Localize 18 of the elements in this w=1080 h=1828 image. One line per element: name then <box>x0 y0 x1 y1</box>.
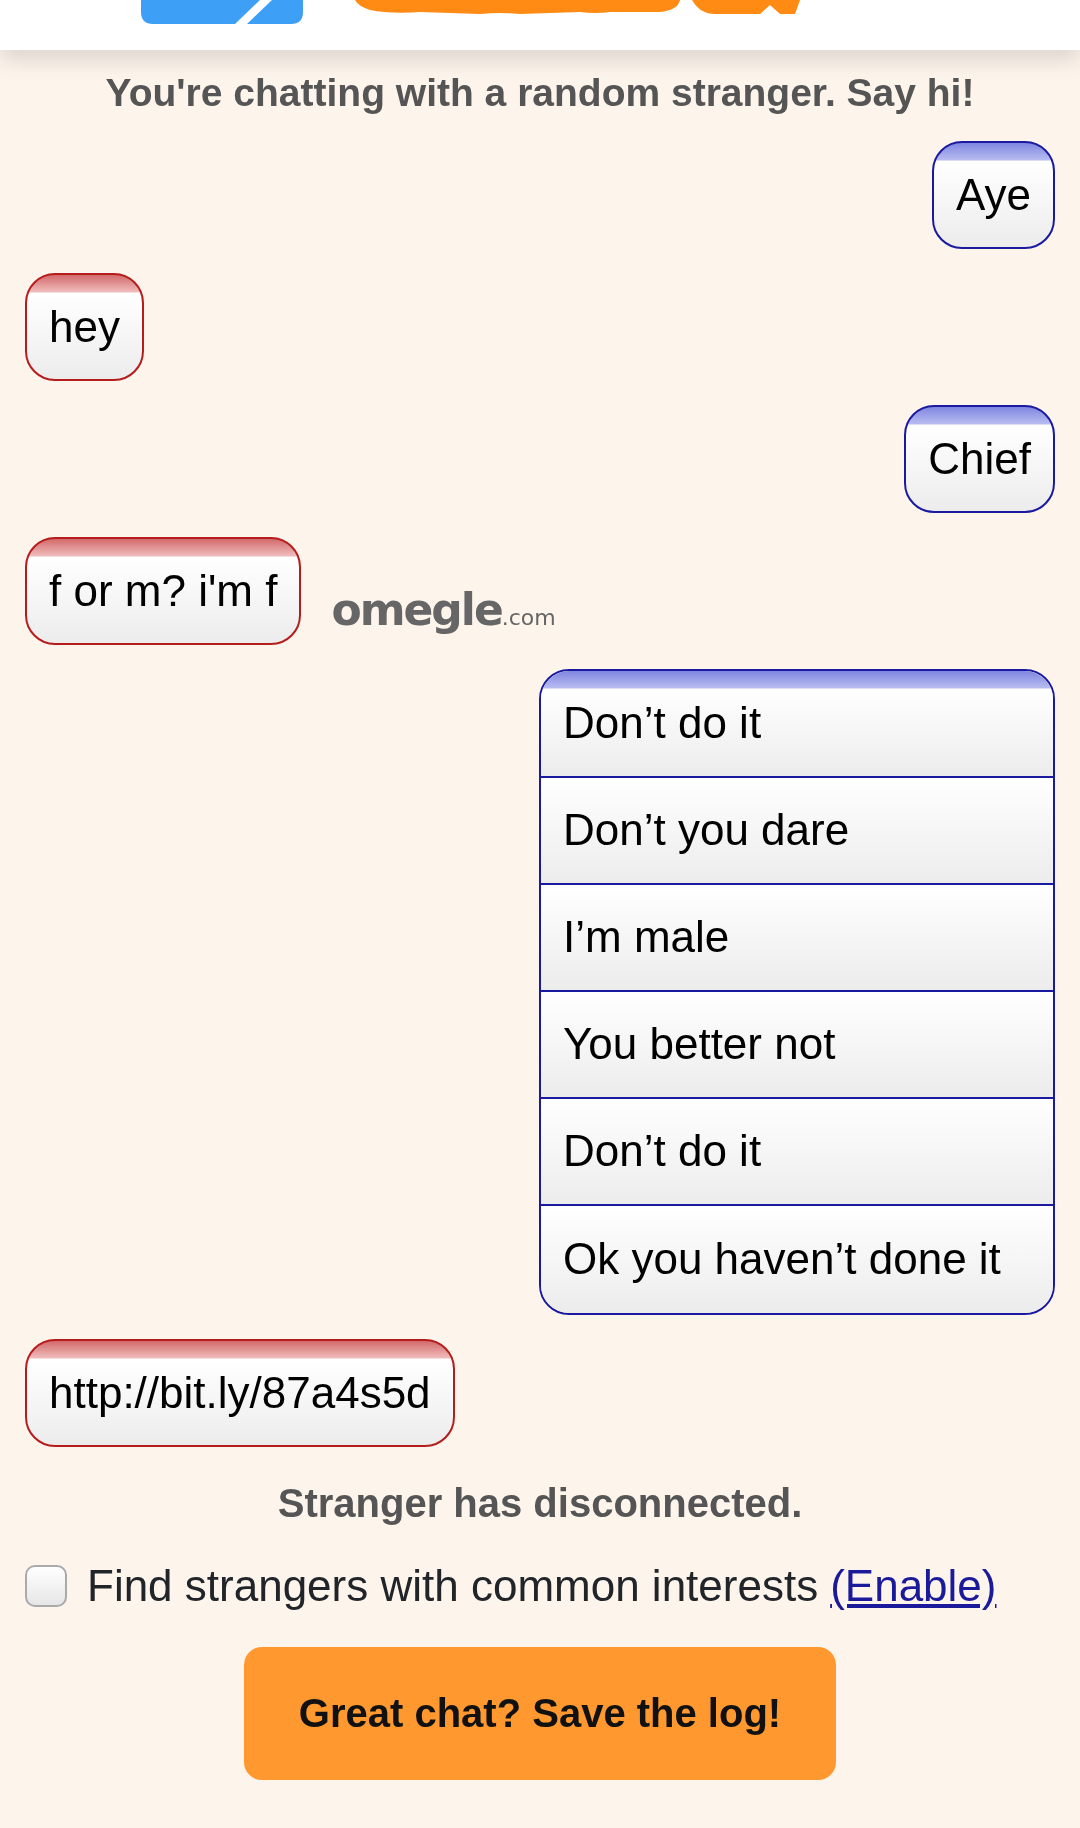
chat-message: Ok you haven’t done it <box>541 1205 1053 1313</box>
chat-message: Chief <box>904 404 1055 513</box>
chat-message: Don’t do it <box>541 670 1053 778</box>
enable-link[interactable]: (Enable) <box>830 1552 997 1619</box>
chat-message: f or m? i'm f <box>25 536 302 645</box>
checkbox[interactable] <box>25 1564 67 1607</box>
chat-message: Aye <box>931 140 1055 249</box>
chat-message: Don’t you dare <box>541 777 1053 885</box>
status-text: You're chatting with a random stranger. Say hi! <box>104 70 976 116</box>
save-log-button[interactable]: Great chat? Save the log! <box>244 1646 836 1780</box>
chat-message: hey <box>25 272 144 381</box>
chat-message: http://bit.ly/87a4s5d <box>25 1338 455 1447</box>
chat-message: I’m male <box>541 884 1053 992</box>
omegle-logo: omegle.com <box>331 582 556 637</box>
chat-message: Don’t do it <box>541 1098 1053 1206</box>
checkbox-label: Find strangers with common interests <box>87 1559 819 1612</box>
disconnect-notice: Stranger has disconnected. <box>276 1479 804 1527</box>
chat-message: You better not <box>541 991 1053 1099</box>
